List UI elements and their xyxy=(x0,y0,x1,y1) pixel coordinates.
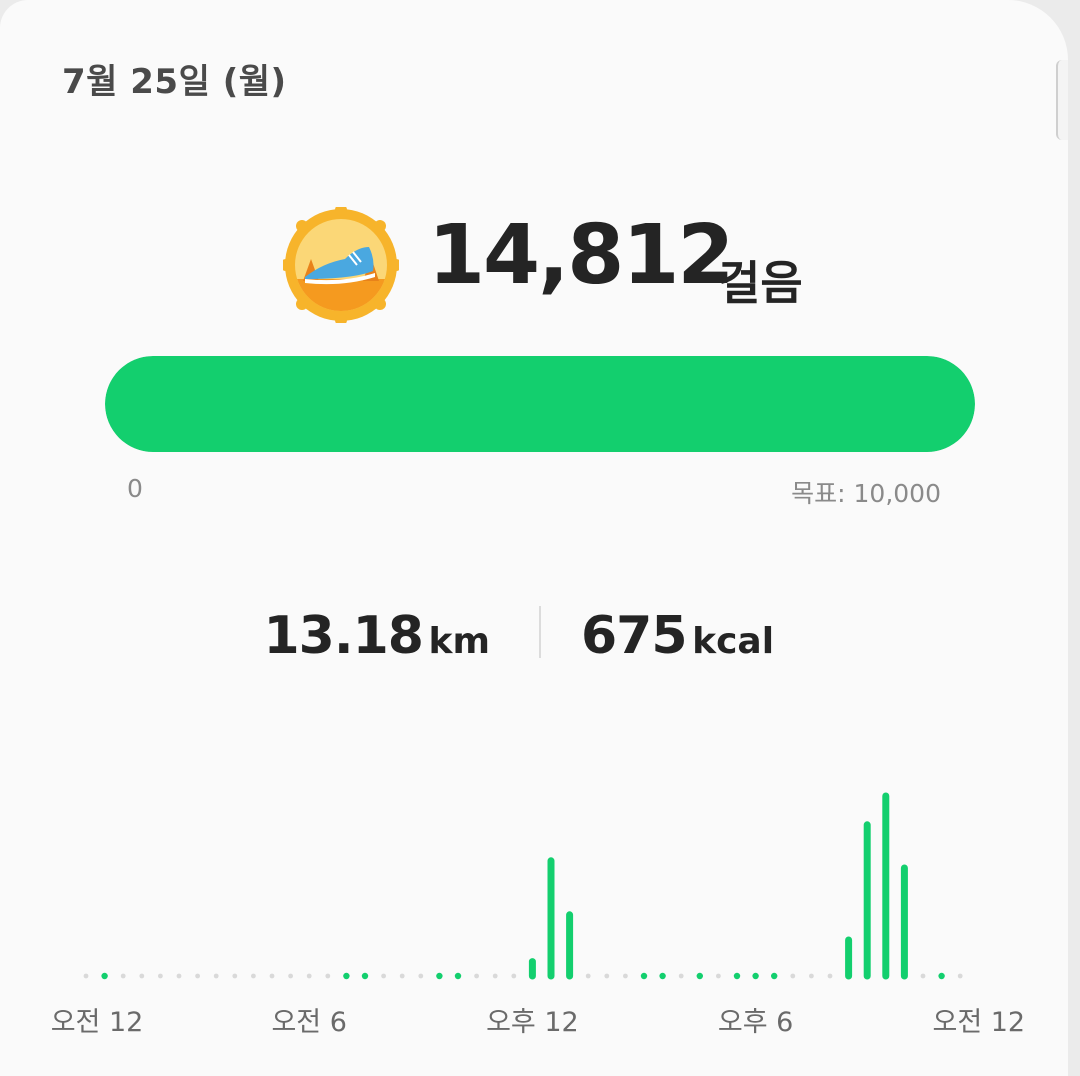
chart-idle-dot xyxy=(158,973,163,979)
steps-count: 14,812 xyxy=(428,208,734,303)
chart-idle-dot xyxy=(474,973,479,979)
chart-idle-dot xyxy=(790,973,796,979)
chart-activity-dot xyxy=(771,972,778,980)
chart-activity-dot xyxy=(752,972,759,980)
distance-value: 13.18 xyxy=(263,606,423,666)
chart-idle-dot xyxy=(492,973,498,979)
chart-activity-dot xyxy=(101,972,108,980)
chart-idle-dot xyxy=(213,973,219,979)
daily-steps-card: 7월 25일 (월) 14,812 걸음 0 목표: 10,000 13.18 … xyxy=(0,0,1068,1076)
progress-min-label: 0 xyxy=(127,474,143,503)
chart-idle-dot xyxy=(920,973,926,979)
chart-idle-dot xyxy=(251,973,256,979)
chart-idle-dot xyxy=(585,973,591,979)
chart-idle-dot xyxy=(195,973,201,979)
distance-unit: km xyxy=(428,621,490,662)
calories-unit: kcal xyxy=(692,621,775,662)
chart-activity-dot xyxy=(938,972,945,980)
chart-activity-dot xyxy=(454,972,462,980)
chart-activity-dot xyxy=(733,972,741,980)
chart-idle-dot xyxy=(232,973,238,979)
chart-activity-dot xyxy=(436,972,443,980)
chart-idle-dot xyxy=(418,973,424,979)
chart-idle-dot xyxy=(511,973,517,979)
steps-progress-bar xyxy=(105,356,975,452)
x-tick-label: 오전 6 xyxy=(271,1007,347,1038)
chart-idle-dot xyxy=(306,973,312,979)
steps-unit: 걸음 xyxy=(718,256,803,310)
chart-idle-dot xyxy=(399,973,405,979)
chart-idle-dot xyxy=(176,973,182,979)
distance-stat: 13.18 km xyxy=(263,606,490,666)
chart-idle-dot xyxy=(809,973,814,979)
x-tick-label: 오후 12 xyxy=(486,1007,579,1038)
chart-idle-dot xyxy=(827,973,833,979)
scroll-indicator[interactable] xyxy=(1056,60,1068,140)
chart-idle-dot xyxy=(381,973,386,979)
chart-idle-dot xyxy=(139,973,145,979)
chart-idle-dot xyxy=(623,973,628,979)
x-tick-label: 오전 12 xyxy=(50,1007,144,1038)
chart-idle-dot xyxy=(83,973,89,979)
stats-divider xyxy=(539,606,541,658)
date-header: 7월 25일 (월) xyxy=(62,62,287,102)
chart-idle-dot xyxy=(957,973,963,979)
progress-goal-label: 목표: 10,000 xyxy=(791,479,941,508)
hourly-steps-chart xyxy=(83,792,963,980)
calories-value: 675 xyxy=(581,606,688,666)
chart-idle-dot xyxy=(325,973,331,979)
chart-idle-dot xyxy=(604,973,610,979)
chart-activity-dot xyxy=(361,972,369,980)
chart-idle-dot xyxy=(120,973,126,979)
chart-idle-dot xyxy=(269,973,275,979)
x-tick-label: 오전 12 xyxy=(932,1007,1026,1038)
chart-activity-dot xyxy=(659,972,666,980)
x-tick-label: 오후 6 xyxy=(717,1007,794,1038)
chart-activity-dot xyxy=(640,972,648,980)
steps-progress-fill xyxy=(105,356,975,452)
running-shoe-badge-icon xyxy=(283,207,399,323)
chart-activity-dot xyxy=(696,972,703,980)
chart-idle-dot xyxy=(288,973,293,979)
calories-stat: 675 kcal xyxy=(581,606,774,666)
chart-idle-dot xyxy=(678,973,684,979)
chart-idle-dot xyxy=(716,973,721,979)
chart-activity-dot xyxy=(343,972,350,980)
